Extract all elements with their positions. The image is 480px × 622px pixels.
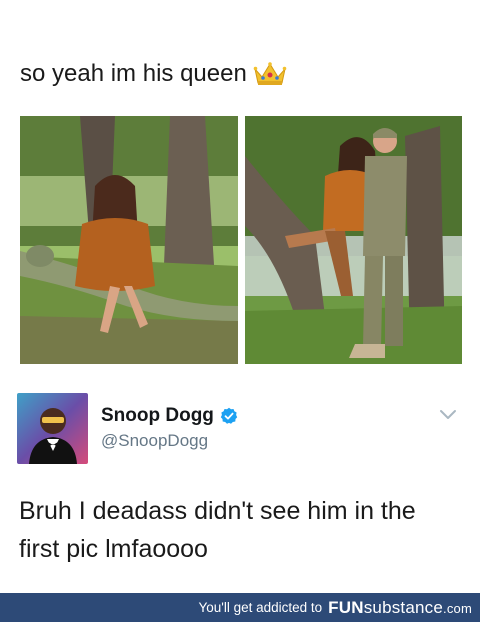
display-name[interactable]: Snoop Dogg bbox=[101, 405, 214, 427]
photo-embrace bbox=[245, 116, 462, 364]
avatar[interactable] bbox=[17, 393, 88, 464]
footer-banner[interactable]: You'll get addicted to FUNsubstance.com bbox=[0, 593, 480, 622]
chevron-down-icon[interactable] bbox=[439, 409, 457, 421]
footer-brand[interactable]: FUNsubstance.com bbox=[328, 598, 472, 618]
post-caption-row: so yeah im his queen bbox=[20, 60, 287, 88]
post-caption: so yeah im his queen bbox=[20, 60, 247, 87]
handle[interactable]: @SnoopDogg bbox=[101, 431, 208, 451]
avatar-image bbox=[17, 393, 88, 464]
tweet-author[interactable]: Snoop Dogg bbox=[101, 405, 238, 427]
footer-brand-tld: .com bbox=[443, 600, 472, 616]
verified-badge-icon bbox=[220, 407, 238, 424]
footer-brand-bold: FUN bbox=[328, 597, 364, 617]
photo-hidden-soldier bbox=[20, 116, 238, 364]
footer-tagline: You'll get addicted to bbox=[198, 600, 323, 615]
tweet-text: Bruh I deadass didn't see him in the fir… bbox=[19, 497, 416, 563]
footer-brand-rest: substance bbox=[363, 597, 444, 617]
crown-icon bbox=[253, 62, 287, 85]
tweet-header: Snoop Dogg @SnoopDogg bbox=[17, 393, 463, 465]
